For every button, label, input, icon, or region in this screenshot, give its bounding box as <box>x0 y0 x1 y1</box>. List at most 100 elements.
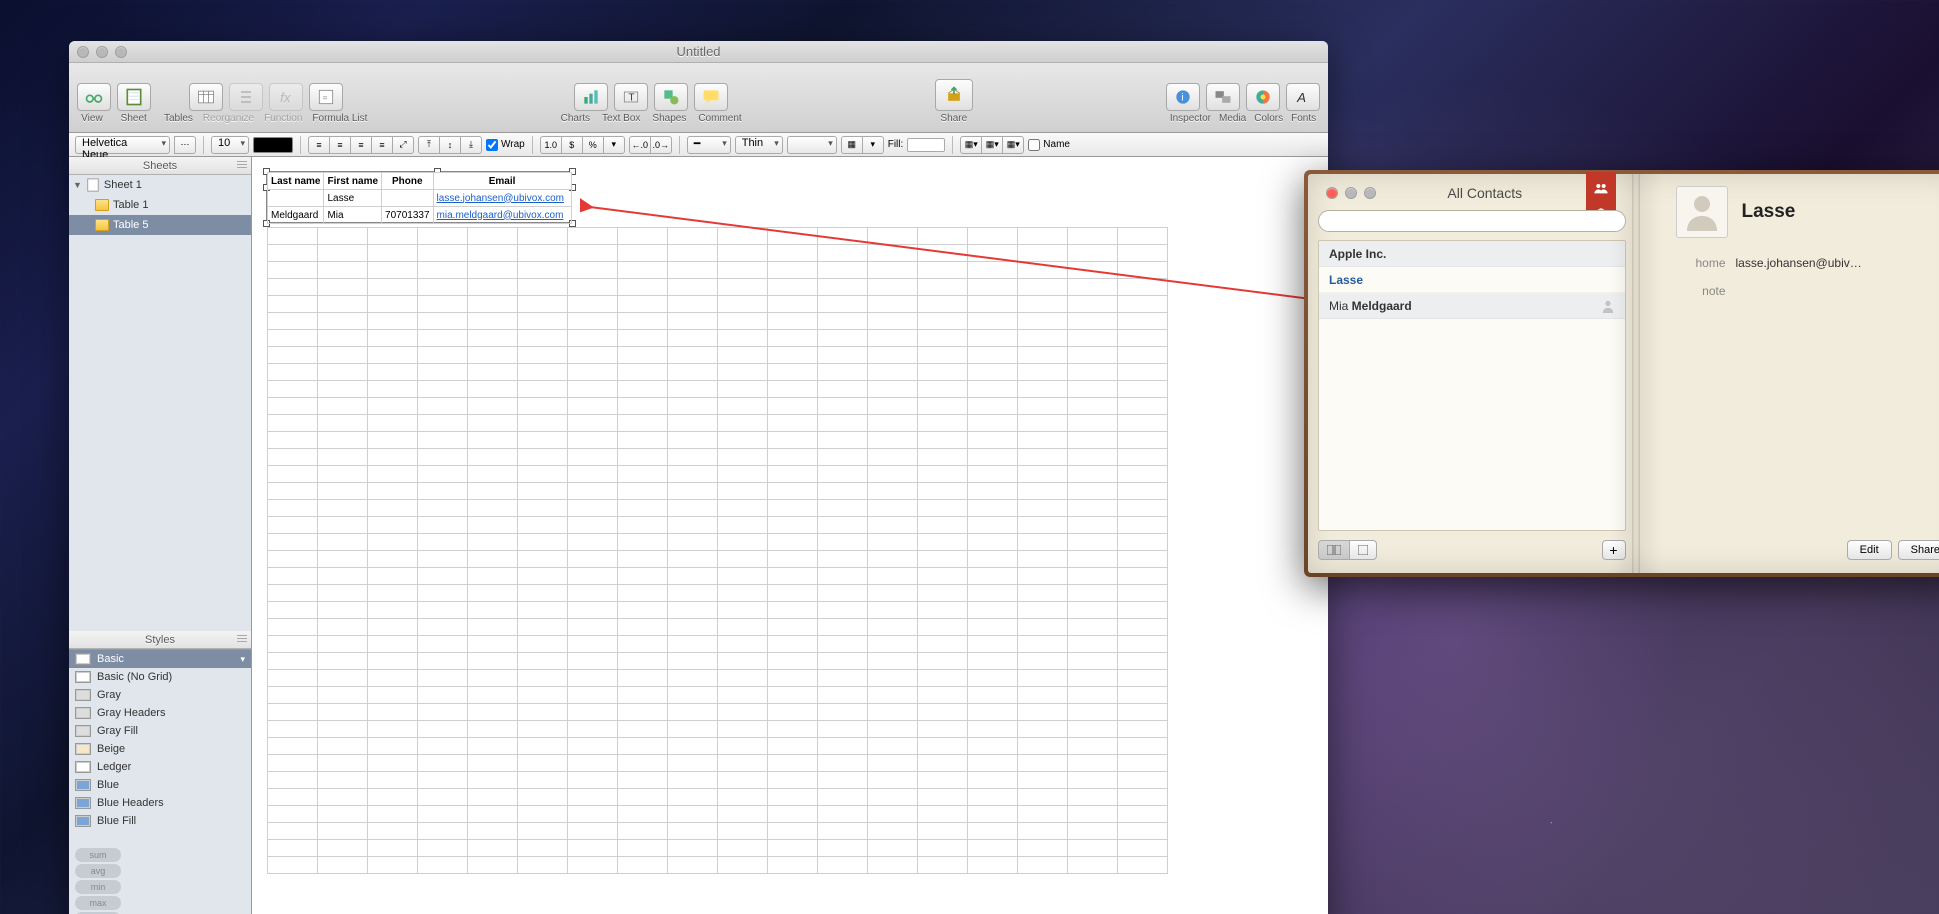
align-center[interactable]: ≡ <box>329 136 351 154</box>
table-item-selected[interactable]: Table 5 <box>69 215 251 235</box>
col-header[interactable]: Phone <box>382 173 434 190</box>
table-icon <box>95 199 109 211</box>
contact-list[interactable]: Apple Inc. Lasse Mia Meldgaard <box>1318 240 1626 531</box>
add-contact-button[interactable]: + <box>1602 540 1626 560</box>
cell-email[interactable]: lasse.johansen@ubivox.com <box>433 190 571 207</box>
footer-rows-button[interactable]: ▦▾ <box>1002 136 1024 154</box>
textbox-button[interactable]: T <box>614 83 648 111</box>
titlebar[interactable]: Untitled <box>69 41 1328 63</box>
font-select[interactable]: Helvetica Neue <box>75 136 170 154</box>
colors-button[interactable] <box>1246 83 1280 111</box>
inspector-button[interactable]: i <box>1166 83 1200 111</box>
header-rows-button[interactable]: ▦▾ <box>960 136 982 154</box>
style-item[interactable]: Basic (No Grid) <box>69 668 251 686</box>
tables-button[interactable] <box>189 83 223 111</box>
col-header[interactable]: Email <box>433 173 571 190</box>
wrap-checkbox[interactable]: Wrap <box>486 139 525 151</box>
close-button[interactable] <box>77 46 89 58</box>
style-item[interactable]: Gray <box>69 686 251 704</box>
sheets-list[interactable]: ▼ Sheet 1 Table 1 Table 5 <box>69 175 251 631</box>
align-right[interactable]: ≡ <box>350 136 372 154</box>
reorganize-button[interactable] <box>229 83 263 111</box>
valign-top[interactable]: ⤒ <box>418 136 440 154</box>
border-all[interactable]: ▦ <box>841 136 863 154</box>
align-auto[interactable]: ⤢ <box>392 136 414 154</box>
data-table[interactable]: Last name First name Phone Email Lasse l… <box>267 172 572 224</box>
comment-button[interactable] <box>694 83 728 111</box>
table-item[interactable]: Table 1 <box>69 195 251 215</box>
border-weight-select[interactable]: Thin <box>735 136 783 154</box>
font-color-swatch[interactable] <box>253 137 293 153</box>
minimize-button[interactable] <box>96 46 108 58</box>
search-input[interactable] <box>1318 210 1626 232</box>
border-color-select[interactable] <box>787 136 837 154</box>
card-list-view-button[interactable] <box>1318 540 1350 560</box>
more-format-button[interactable]: ▾ <box>603 136 625 154</box>
cell[interactable]: Lasse <box>324 190 382 207</box>
col-header[interactable]: Last name <box>268 173 324 190</box>
media-button[interactable] <box>1206 83 1240 111</box>
table-row[interactable]: Meldgaard Mia 70701337 mia.meldgaard@ubi… <box>268 207 572 224</box>
share-button[interactable]: Share <box>1898 540 1939 560</box>
valign-mid[interactable]: ↕ <box>439 136 461 154</box>
style-item[interactable]: Ledger <box>69 758 251 776</box>
disclosure-icon[interactable]: ▼ <box>73 180 82 190</box>
decimals-button[interactable]: 1.0 <box>540 136 562 154</box>
style-item[interactable]: Blue <box>69 776 251 794</box>
charts-button[interactable] <box>574 83 608 111</box>
field-value[interactable]: lasse.johansen@ubiv… <box>1736 256 1862 270</box>
canvas[interactable]: Last name First name Phone Email Lasse l… <box>252 157 1328 914</box>
styles-list[interactable]: Basic Basic (No Grid) Gray Gray Headers … <box>69 649 251 844</box>
zoom-button[interactable] <box>115 46 127 58</box>
avatar[interactable] <box>1676 186 1728 238</box>
header-cols-button[interactable]: ▦▾ <box>981 136 1003 154</box>
cell[interactable]: Mia <box>324 207 382 224</box>
note-field: note <box>1676 284 1939 298</box>
col-header[interactable]: First name <box>324 173 382 190</box>
ribbon-bookmark[interactable] <box>1586 172 1616 208</box>
style-item[interactable]: Beige <box>69 740 251 758</box>
card-only-view-button[interactable] <box>1349 540 1377 560</box>
function-button[interactable]: fx <box>269 83 303 111</box>
contact-row-selected[interactable]: Lasse <box>1319 267 1625 293</box>
border-more[interactable]: ▾ <box>862 136 884 154</box>
currency-button[interactable]: $ <box>561 136 583 154</box>
cell[interactable]: 70701337 <box>382 207 434 224</box>
font-size-select[interactable]: 10 <box>211 136 249 154</box>
style-item[interactable]: Basic <box>69 650 251 668</box>
font-style-button[interactable]: ⋯ <box>174 136 196 154</box>
name-checkbox[interactable]: Name <box>1028 139 1070 151</box>
sheet-button[interactable] <box>117 83 151 111</box>
fill-swatch[interactable] <box>907 138 945 152</box>
align-justify[interactable]: ≡ <box>371 136 393 154</box>
fonts-button[interactable]: A <box>1286 83 1320 111</box>
cell-email[interactable]: mia.meldgaard@ubivox.com <box>433 207 571 224</box>
style-item[interactable]: Gray Fill <box>69 722 251 740</box>
charts-label: Charts <box>561 113 590 124</box>
edit-button[interactable]: Edit <box>1847 540 1892 560</box>
percent-button[interactable]: % <box>582 136 604 154</box>
function-icon: fx <box>276 87 296 107</box>
sheet-item[interactable]: ▼ Sheet 1 <box>69 175 251 195</box>
cell[interactable] <box>382 190 434 207</box>
cell[interactable]: Meldgaard <box>268 207 324 224</box>
header-row[interactable]: Last name First name Phone Email <box>268 173 572 190</box>
table-row[interactable]: Lasse lasse.johansen@ubivox.com <box>268 190 572 207</box>
contact-row[interactable]: Apple Inc. <box>1319 241 1625 267</box>
formula-list-button[interactable]: = <box>309 83 343 111</box>
style-item[interactable]: Blue Fill <box>69 812 251 830</box>
style-item[interactable]: Blue Headers <box>69 794 251 812</box>
close-button[interactable] <box>1326 187 1338 199</box>
border-style-select[interactable]: ━ <box>687 136 731 154</box>
valign-bot[interactable]: ⤓ <box>460 136 482 154</box>
dec-left-button[interactable]: ←.0 <box>629 136 651 154</box>
cell[interactable] <box>268 190 324 207</box>
align-left[interactable]: ≡ <box>308 136 330 154</box>
shapes-button[interactable] <box>654 83 688 111</box>
empty-grid[interactable]: document.write(Array.from({length:38}).m… <box>267 227 1168 874</box>
contact-row[interactable]: Mia Meldgaard <box>1319 293 1625 319</box>
share-button[interactable] <box>935 79 973 111</box>
style-item[interactable]: Gray Headers <box>69 704 251 722</box>
dec-right-button[interactable]: .0→ <box>650 136 672 154</box>
view-button[interactable] <box>77 83 111 111</box>
